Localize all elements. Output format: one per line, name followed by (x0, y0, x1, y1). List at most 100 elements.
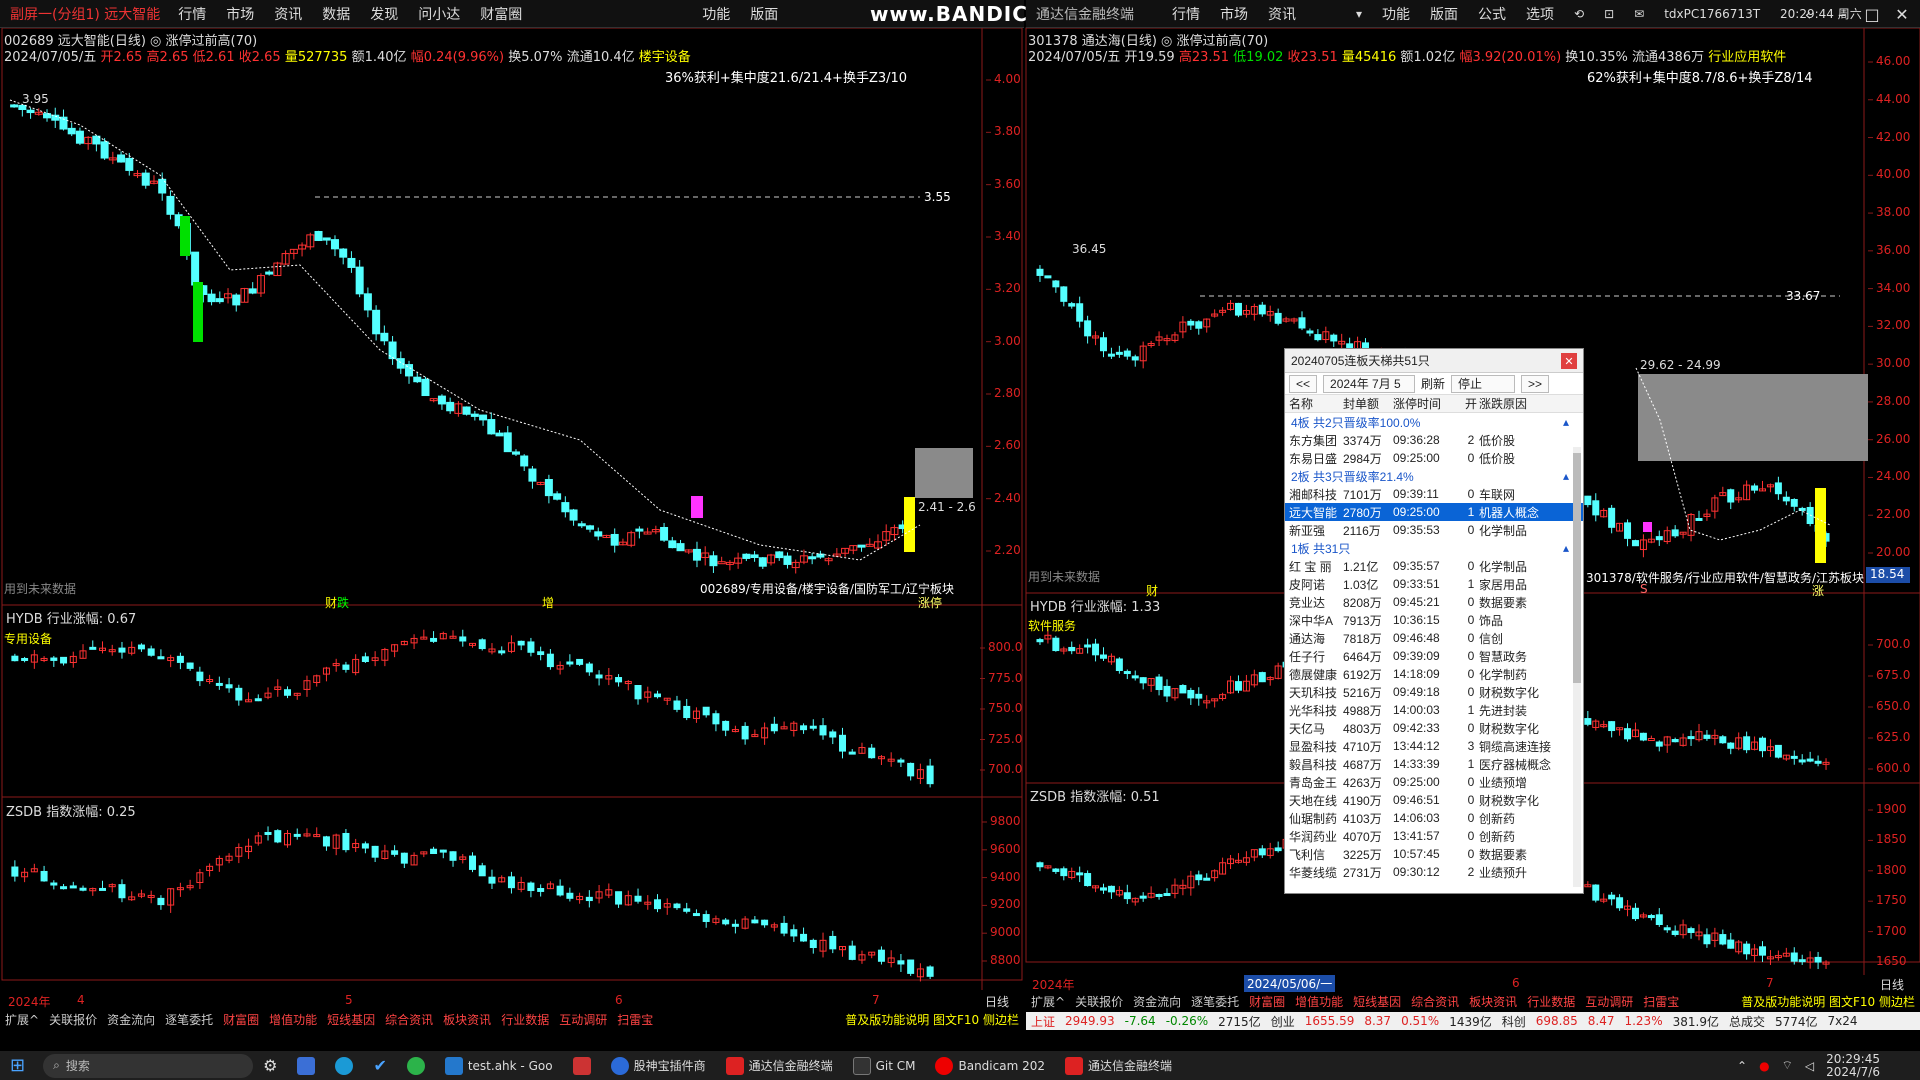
menu-item-zixun-r[interactable]: 资讯 (1258, 4, 1306, 24)
menu-item-gongneng[interactable]: 功能 (692, 4, 740, 24)
tab-guanlian[interactable]: 关联报价 (44, 1011, 102, 1028)
tab-hudong-r[interactable]: 互动调研 (1580, 993, 1638, 1010)
tab-zijin[interactable]: 资金流向 (102, 1011, 160, 1028)
user-icon[interactable]: ✉ (1624, 7, 1654, 21)
tab-zonghe-r[interactable]: 综合资讯 (1406, 993, 1464, 1010)
collapse-icon[interactable]: ▴ (1563, 541, 1569, 555)
quote-sector[interactable]: 楼宇设备 (639, 50, 691, 65)
tab-duanxian[interactable]: 短线基因 (322, 1011, 380, 1028)
tab-guanlian-r[interactable]: 关联报价 (1070, 993, 1128, 1010)
next-button[interactable]: >> (1521, 374, 1550, 393)
record-icon[interactable]: ● (1759, 1059, 1769, 1073)
save-icon[interactable] (287, 1051, 325, 1080)
refresh-button[interactable]: 刷新 (1421, 375, 1445, 392)
menu-item-zixun[interactable]: 资讯 (264, 4, 312, 24)
ladder-row[interactable]: 德展健康 6192万 14:18:09 0 化学制药 (1285, 665, 1583, 683)
close-icon[interactable]: ✕ (1561, 353, 1577, 369)
tab-zengzhi-r[interactable]: 增值功能 (1290, 993, 1348, 1010)
date-picker[interactable]: 2024年 7月 5 (1323, 374, 1416, 393)
menu-item-shichang-r[interactable]: 市场 (1210, 4, 1258, 24)
menu-item-gongshi-r[interactable]: 公式 (1468, 4, 1516, 24)
lock-icon[interactable]: ⊡ (1594, 7, 1624, 21)
chevron-down-icon[interactable]: ▾ (1346, 7, 1372, 21)
chevron-up-icon[interactable]: ⌃ (1737, 1059, 1747, 1073)
ladder-group-header[interactable]: 4板 共2只晋级率100.0% ▴ (1285, 413, 1583, 431)
col-reason[interactable]: 涨跌原因 (1479, 395, 1569, 412)
menu-item-hangqing-r[interactable]: 行情 (1162, 4, 1210, 24)
taskbar-app-vscode[interactable]: test.ahk - Goo (435, 1051, 563, 1080)
col-time[interactable]: 涨停时间 (1393, 395, 1463, 412)
tab-duanxian-r[interactable]: 短线基因 (1348, 993, 1406, 1010)
taskbar-app-gushenbao[interactable]: 股神宝插件商 (601, 1051, 716, 1080)
tab-bankuai[interactable]: 板块资讯 (438, 1011, 496, 1028)
tab-hudong[interactable]: 互动调研 (554, 1011, 612, 1028)
ladder-row[interactable]: 竞业达 8208万 09:45:21 0 数据要素 (1285, 593, 1583, 611)
menu-item-shichang[interactable]: 市场 (216, 4, 264, 24)
taskbar-app-tdx1[interactable]: 通达信金融终端 (716, 1051, 843, 1080)
settings-icon[interactable]: ⚙ (253, 1051, 287, 1080)
ladder-row[interactable]: 红 宝 丽 1.21亿 09:35:57 0 化学制品 (1285, 557, 1583, 575)
tab-caifu-r[interactable]: 财富圈 (1244, 993, 1290, 1010)
ladder-row[interactable]: 显盈科技 4710万 13:44:12 3 铜缆高速连接 (1285, 737, 1583, 755)
tab-caifu[interactable]: 财富圈 (218, 1011, 264, 1028)
tab-kuozhan[interactable]: 扩展^ (0, 1011, 44, 1028)
taskbar-app-git[interactable]: Git CM (843, 1051, 926, 1080)
ladder-row[interactable]: 毅昌科技 4687万 14:33:39 1 医疗器械概念 (1285, 755, 1583, 773)
ladder-group-header[interactable]: 2板 共3只晋级率21.4% ▴ (1285, 467, 1583, 485)
tab-hangye-r[interactable]: 行业数据 (1522, 993, 1580, 1010)
taskbar-app-tdx2[interactable]: 通达信金融终端 (1055, 1051, 1182, 1080)
ladder-row[interactable]: 远大智能 2780万 09:25:00 1 机器人概念 (1285, 503, 1583, 521)
ladder-row[interactable]: 东易日盛 2984万 09:25:00 0 低价股 (1285, 449, 1583, 467)
ladder-row[interactable]: 新亚强 2116万 09:35:53 0 化学制品 (1285, 521, 1583, 539)
quote-sector-r[interactable]: 行业应用软件 (1708, 50, 1786, 65)
tab-bankuai-r[interactable]: 板块资讯 (1464, 993, 1522, 1010)
ladder-row[interactable]: 东方集团 3374万 09:36:28 2 低价股 (1285, 431, 1583, 449)
menu-item-wenxiaoda[interactable]: 问小达 (408, 4, 470, 24)
taskbar-app-plugin[interactable] (563, 1051, 601, 1080)
col-amount[interactable]: 封单额 (1343, 395, 1393, 412)
tab-zijin-r[interactable]: 资金流向 (1128, 993, 1186, 1010)
menu-item-shuju[interactable]: 数据 (312, 4, 360, 24)
menu-item-caifuquan[interactable]: 财富圈 (470, 4, 532, 24)
collapse-icon[interactable]: ▴ (1563, 415, 1569, 429)
taskbar-app-bandicam[interactable]: Bandicam 202 (925, 1051, 1055, 1080)
right-bottom-right[interactable]: 普及版功能说明 图文F10 侧边栏 (1736, 993, 1920, 1010)
collapse-icon[interactable]: ▴ (1563, 469, 1569, 483)
tab-hangye[interactable]: 行业数据 (496, 1011, 554, 1028)
tab-kuozhan-r[interactable]: 扩展^ (1026, 993, 1070, 1010)
refresh-icon[interactable]: ⟲ (1564, 7, 1594, 21)
menu-item-hangqing[interactable]: 行情 (168, 4, 216, 24)
ladder-row[interactable]: 天地在线 4190万 09:46:51 0 财税数字化 (1285, 791, 1583, 809)
ladder-row[interactable]: 深中华A 7913万 10:36:15 0 饰品 (1285, 611, 1583, 629)
tab-zhubi[interactable]: 逐笔委托 (160, 1011, 218, 1028)
volume-icon[interactable]: ◁ (1805, 1059, 1814, 1073)
ladder-row[interactable]: 仙琚制药 4103万 14:06:03 0 创新药 (1285, 809, 1583, 827)
right-x-day[interactable]: 日线 (1880, 976, 1904, 993)
scroll-thumb[interactable] (1573, 453, 1581, 683)
taskbar-clock[interactable]: 20:29:45 2024/7/6 (1826, 1052, 1880, 1079)
todo-icon[interactable]: ✔ (363, 1051, 396, 1080)
menu-item-faxian[interactable]: 发现 (360, 4, 408, 24)
menu-item-gongneng-r[interactable]: 功能 (1372, 4, 1420, 24)
left-bottom-right[interactable]: 普及版功能说明 图文F10 侧边栏 (840, 1011, 1024, 1028)
left-x-day[interactable]: 日线 (985, 993, 1009, 1010)
ladder-row[interactable]: 华菱线缆 2731万 09:30:12 2 业绩预升 (1285, 863, 1583, 881)
tab-zhubi-r[interactable]: 逐笔委托 (1186, 993, 1244, 1010)
menu-item-xuanxiang-r[interactable]: 选项 (1516, 4, 1564, 24)
ladder-row[interactable]: 光华科技 4988万 14:00:03 1 先进封装 (1285, 701, 1583, 719)
ladder-row[interactable]: 青岛金王 4263万 09:25:00 0 业绩预增 (1285, 773, 1583, 791)
wifi-icon[interactable]: ⌔ (1782, 1058, 1793, 1073)
menu-item-banmian[interactable]: 版面 (740, 4, 788, 24)
ladder-row[interactable]: 飞利信 3225万 10:57:45 0 数据要素 (1285, 845, 1583, 863)
ladder-row[interactable]: 通达海 7818万 09:46:48 0 信创 (1285, 629, 1583, 647)
stop-select[interactable]: 停止 (1451, 374, 1516, 393)
close-icon[interactable]: ✕ (1880, 0, 1920, 28)
ladder-row[interactable]: 皮阿诺 1.03亿 09:33:51 1 家居用品 (1285, 575, 1583, 593)
wechat-icon[interactable] (397, 1051, 435, 1080)
ladder-row[interactable]: 华润药业 4070万 13:41:57 0 创新药 (1285, 827, 1583, 845)
col-open[interactable]: 开 (1463, 395, 1479, 412)
ladder-row[interactable]: 天玑科技 5216万 09:49:18 0 财税数字化 (1285, 683, 1583, 701)
edge-icon[interactable] (325, 1051, 363, 1080)
ladder-row[interactable]: 任子行 6464万 09:39:09 0 智慧政务 (1285, 647, 1583, 665)
col-name[interactable]: 名称 (1285, 395, 1343, 412)
